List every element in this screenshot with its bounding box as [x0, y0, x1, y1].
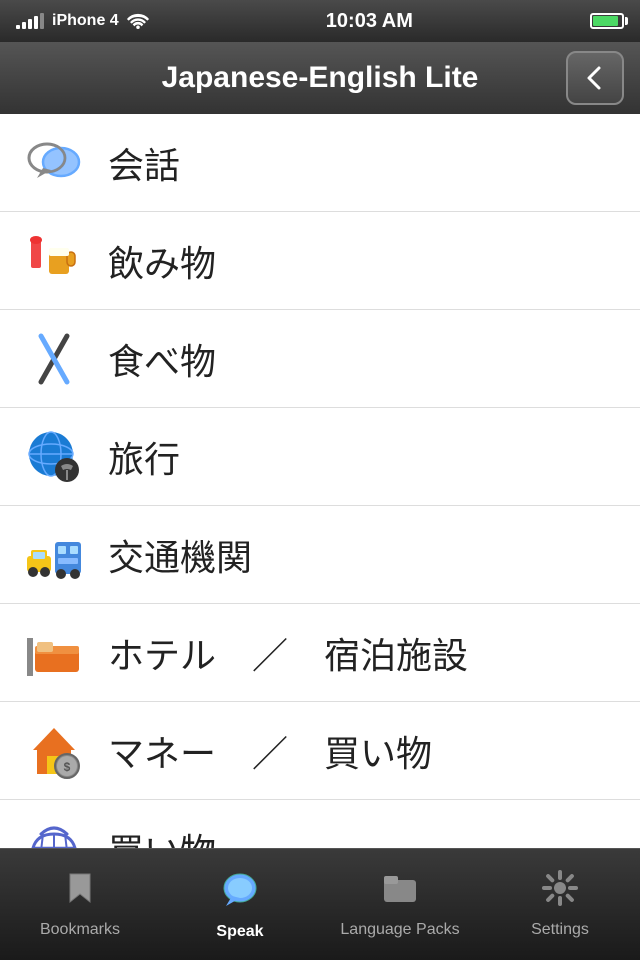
list-item[interactable]: 飲み物 — [0, 212, 640, 310]
item-label: 交通機関 — [108, 529, 252, 581]
item-icon-hotel — [20, 619, 88, 687]
tab-language-packs[interactable]: Language Packs — [320, 849, 480, 960]
item-label: 会話 — [108, 137, 180, 189]
list-item[interactable]: 交通機関 — [0, 506, 640, 604]
arrow-icon — [579, 62, 611, 94]
item-label: 旅行 — [108, 431, 180, 483]
item-label: 飲み物 — [108, 235, 216, 287]
list-item[interactable]: 食べ物 — [0, 310, 640, 408]
tab-label: Speak — [216, 923, 263, 941]
signal-bars — [16, 13, 44, 29]
tab-label: Language Packs — [340, 921, 459, 939]
app-title: Japanese-English Lite — [162, 61, 479, 95]
item-icon-drinks — [20, 227, 88, 295]
speak-icon — [220, 868, 260, 917]
time-display: 10:03 AM — [326, 10, 413, 33]
item-icon-chat — [20, 129, 88, 197]
battery-indicator — [590, 13, 624, 29]
item-icon-travel — [20, 423, 88, 491]
item-icon-money: $ — [20, 717, 88, 785]
item-label: ホテル ／ 宿泊施設 — [108, 627, 468, 679]
status-bar: iPhone 4 10:03 AM — [0, 0, 640, 42]
category-list: 会話 飲み物 食べ物 — [0, 114, 640, 958]
tab-label: Bookmarks — [40, 921, 120, 939]
header-back-button[interactable] — [566, 51, 624, 105]
bookmarks-icon — [62, 870, 98, 915]
list-item[interactable]: $ マネー ／ 買い物 — [0, 702, 640, 800]
item-icon-transport — [20, 521, 88, 589]
carrier-label: iPhone 4 — [52, 12, 119, 30]
wifi-icon — [127, 13, 149, 29]
tab-settings[interactable]: Settings — [480, 849, 640, 960]
item-label: マネー ／ 買い物 — [108, 725, 432, 777]
item-label: 食べ物 — [108, 333, 216, 385]
app-header: Japanese-English Lite — [0, 42, 640, 114]
tab-speak[interactable]: Speak — [160, 849, 320, 960]
settings-icon — [542, 870, 578, 915]
tab-label: Settings — [531, 921, 589, 939]
list-item[interactable]: 旅行 — [0, 408, 640, 506]
tab-bar: Bookmarks Speak Language Packs — [0, 848, 640, 960]
item-icon-food — [20, 325, 88, 393]
svg-text:$: $ — [64, 760, 71, 774]
language-packs-icon — [382, 870, 418, 915]
list-item[interactable]: 会話 — [0, 114, 640, 212]
list-item[interactable]: ホテル ／ 宿泊施設 — [0, 604, 640, 702]
tab-bookmarks[interactable]: Bookmarks — [0, 849, 160, 960]
